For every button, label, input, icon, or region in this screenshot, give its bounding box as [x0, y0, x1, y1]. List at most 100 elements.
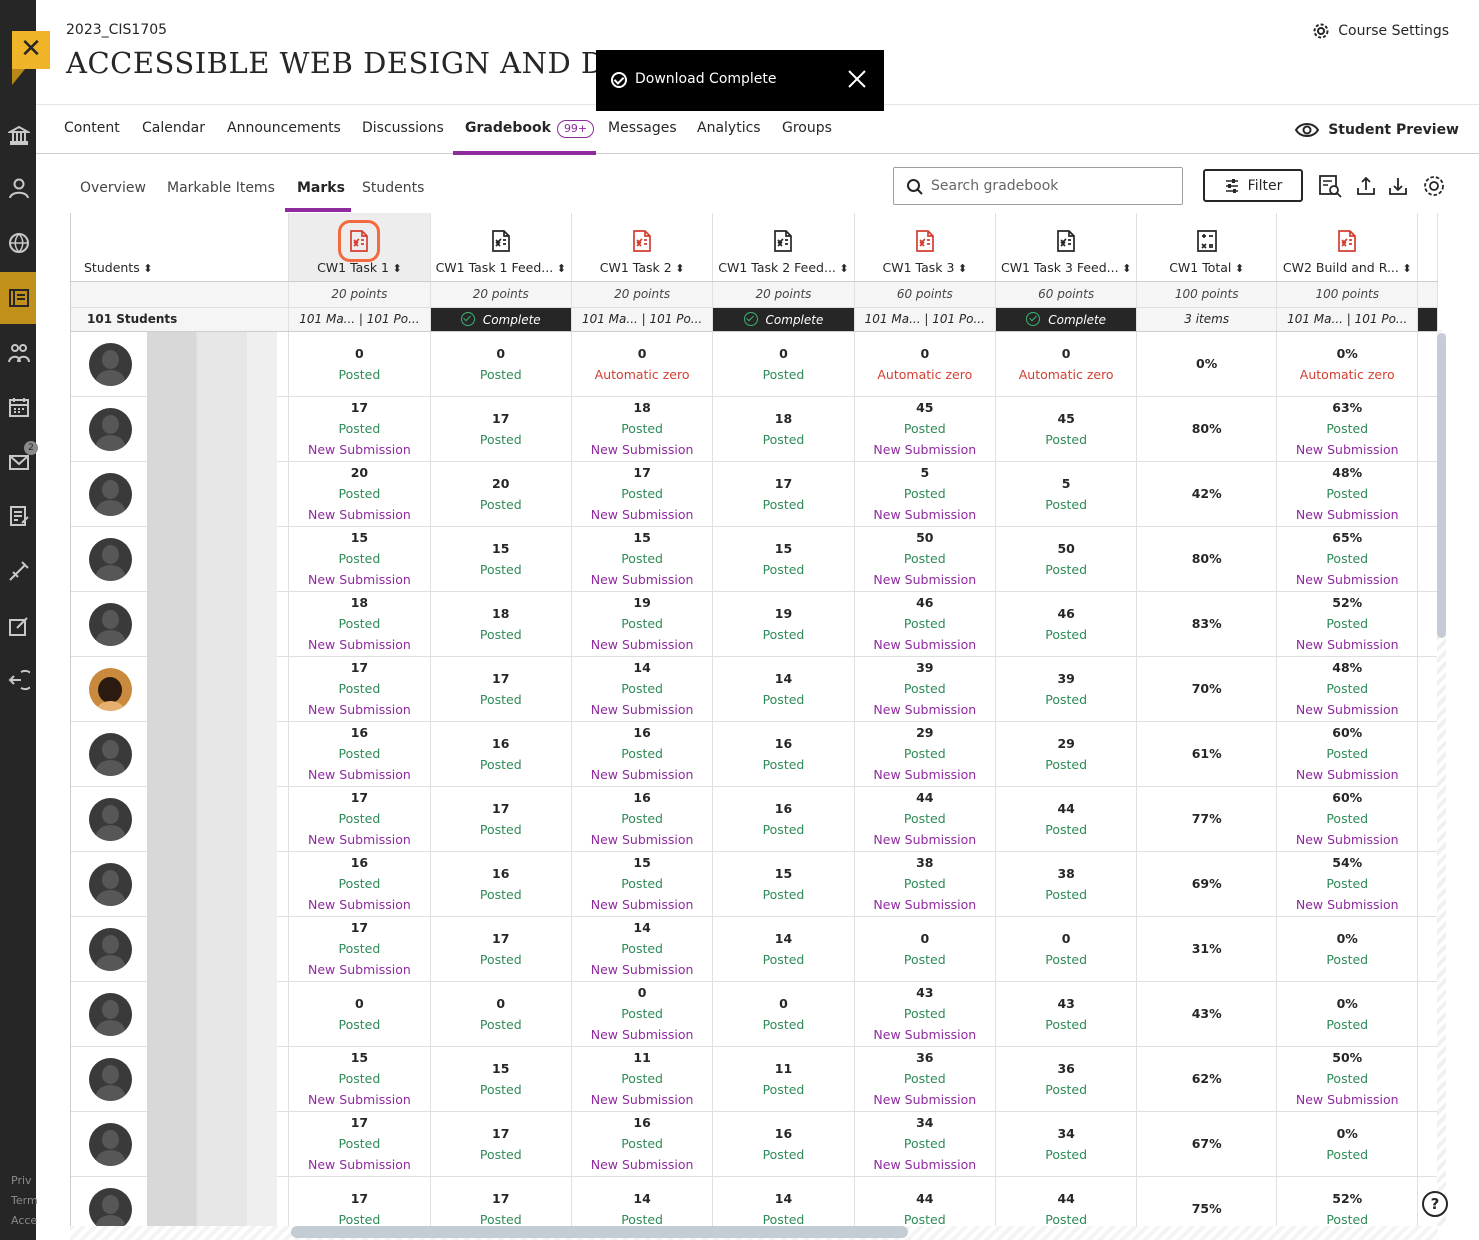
new-submission-link[interactable]: New Submission — [289, 439, 429, 460]
calendar-icon[interactable] — [8, 396, 30, 418]
groups-icon[interactable] — [8, 342, 30, 364]
new-submission-link[interactable]: New Submission — [289, 699, 429, 720]
grade-cell[interactable]: 0 Posted — [430, 981, 572, 1047]
tab-content[interactable]: Content — [64, 120, 120, 136]
grade-cell[interactable]: 44 Posted — [995, 786, 1138, 852]
grade-cell[interactable]: 15 Posted New Submission — [288, 1046, 431, 1112]
new-submission-link[interactable]: New Submission — [289, 829, 429, 850]
new-submission-link[interactable]: New Submission — [289, 894, 429, 915]
grade-cell[interactable]: 50% Posted New Submission — [1276, 1046, 1419, 1112]
new-submission-link[interactable]: New Submission — [289, 959, 429, 980]
summary-cell[interactable]: 101 Ma... | 101 Po... — [1276, 307, 1419, 332]
grade-cell[interactable]: 18 Posted New Submission — [288, 591, 431, 657]
grade-cell[interactable]: 0% Posted — [1276, 981, 1419, 1047]
grade-cell[interactable]: 17 Posted — [430, 916, 572, 982]
edit-icon[interactable] — [8, 615, 30, 637]
grade-cell[interactable]: 0 Automatic zero — [854, 331, 997, 397]
grade-cell[interactable]: 15 Posted New Submission — [571, 526, 714, 592]
grade-cell[interactable]: 31% — [1136, 916, 1278, 982]
grade-cell[interactable]: 63% Posted New Submission — [1276, 396, 1419, 462]
grade-cell[interactable]: 0 Automatic zero — [995, 331, 1138, 397]
column-header[interactable]: CW1 Task 3 Feed... ⬍ — [995, 213, 1138, 282]
new-submission-link[interactable]: New Submission — [855, 1089, 995, 1110]
sort-icon[interactable]: ⬍ — [836, 262, 848, 275]
student-cell[interactable] — [71, 851, 290, 917]
horizontal-scrollbar[interactable] — [291, 1226, 908, 1238]
profile-icon[interactable] — [8, 177, 30, 199]
new-submission-link[interactable]: New Submission — [1277, 829, 1417, 850]
tab-groups[interactable]: Groups — [782, 120, 832, 136]
new-submission-link[interactable]: New Submission — [855, 504, 995, 525]
grade-cell[interactable]: 15 Posted New Submission — [571, 851, 714, 917]
grade-cell[interactable]: 19 Posted New Submission — [571, 591, 714, 657]
summary-cell[interactable]: 101 Ma... | 101 Po... — [854, 307, 997, 332]
grade-cell[interactable]: 44 Posted New Submission — [854, 786, 997, 852]
grade-cell[interactable]: 38 Posted New Submission — [854, 851, 997, 917]
student-cell[interactable] — [71, 786, 290, 852]
grade-cell[interactable]: 0 Posted — [288, 981, 431, 1047]
column-header[interactable]: CW1 Task 2 Feed... ⬍ — [712, 213, 855, 282]
grade-cell[interactable]: 15 Posted New Submission — [288, 526, 431, 592]
tab-calendar[interactable]: Calendar — [142, 120, 205, 136]
summary-cell[interactable]: Complete — [995, 307, 1138, 332]
sort-icon[interactable]: ⬍ — [553, 262, 566, 275]
grade-cell[interactable]: 16 Posted New Submission — [571, 1111, 714, 1177]
grade-cell[interactable]: 60% Posted New Submission — [1276, 786, 1419, 852]
grade-cell[interactable]: 39 Posted New Submission — [854, 656, 997, 722]
sign-out-icon[interactable] — [8, 669, 36, 691]
grade-cell[interactable]: 17 Posted New Submission — [288, 396, 431, 462]
privacy-link[interactable]: Priv — [11, 1174, 32, 1187]
new-submission-link[interactable]: New Submission — [572, 634, 712, 655]
grade-cell[interactable]: 17 Posted New Submission — [288, 916, 431, 982]
grade-cell[interactable]: 0 Posted — [712, 981, 855, 1047]
grade-cell[interactable]: 0 Posted — [854, 916, 997, 982]
grade-cell[interactable]: 17 Posted New Submission — [571, 461, 714, 527]
grade-cell[interactable]: 16 Posted New Submission — [571, 721, 714, 787]
grade-cell[interactable]: 15 Posted — [430, 526, 572, 592]
close-icon[interactable] — [846, 68, 868, 90]
grade-cell[interactable]: 20 Posted — [430, 461, 572, 527]
grade-cell[interactable]: 14 Posted — [712, 656, 855, 722]
grade-cell[interactable]: 69% — [1136, 851, 1278, 917]
column-header[interactable]: CW1 Task 2 ⬍ — [571, 213, 714, 282]
student-cell[interactable] — [71, 331, 290, 397]
close-course-button[interactable]: ✕ — [12, 31, 50, 69]
new-submission-link[interactable]: New Submission — [572, 1154, 712, 1175]
column-header[interactable]: CW1 Task 1 Feed... ⬍ — [430, 213, 572, 282]
new-submission-link[interactable]: New Submission — [855, 764, 995, 785]
grade-cell[interactable]: 45 Posted — [995, 396, 1138, 462]
gradebook-settings-icon[interactable] — [1422, 174, 1446, 198]
new-submission-link[interactable]: New Submission — [572, 764, 712, 785]
grade-cell[interactable]: 20 Posted New Submission — [288, 461, 431, 527]
new-submission-link[interactable]: New Submission — [572, 894, 712, 915]
student-cell[interactable] — [71, 1046, 290, 1112]
new-submission-link[interactable]: New Submission — [855, 634, 995, 655]
new-submission-link[interactable]: New Submission — [289, 764, 429, 785]
grade-cell[interactable]: 0 Posted — [995, 916, 1138, 982]
grade-cell[interactable]: 46 Posted New Submission — [854, 591, 997, 657]
grade-cell[interactable]: 80% — [1136, 526, 1278, 592]
new-submission-link[interactable]: New Submission — [289, 1089, 429, 1110]
grade-cell[interactable]: 19 Posted — [712, 591, 855, 657]
new-submission-link[interactable]: New Submission — [572, 439, 712, 460]
grade-cell[interactable]: 48% Posted New Submission — [1276, 461, 1419, 527]
grade-cell[interactable]: 0% Automatic zero — [1276, 331, 1419, 397]
course-settings-button[interactable]: Course Settings — [1312, 22, 1449, 40]
new-submission-link[interactable]: New Submission — [289, 1154, 429, 1175]
grade-cell[interactable]: 16 Posted New Submission — [288, 851, 431, 917]
new-submission-link[interactable]: New Submission — [572, 959, 712, 980]
new-submission-link[interactable]: New Submission — [1277, 634, 1417, 655]
grading-review-icon[interactable] — [1318, 174, 1342, 198]
column-header[interactable]: CW2 Build and R... ⬍ — [1276, 213, 1419, 282]
tab-discussions[interactable]: Discussions — [362, 120, 444, 136]
grade-cell[interactable]: 15 Posted — [712, 526, 855, 592]
grade-cell[interactable]: 17 Posted — [712, 461, 855, 527]
grade-cell[interactable]: 0 Posted New Submission — [571, 981, 714, 1047]
tools-icon[interactable] — [8, 560, 30, 582]
grade-cell[interactable]: 52% Posted New Submission — [1276, 591, 1419, 657]
grade-cell[interactable]: 0 Automatic zero — [571, 331, 714, 397]
grade-cell[interactable]: 16 Posted — [712, 786, 855, 852]
summary-cell[interactable]: Complete — [712, 307, 855, 332]
grade-cell[interactable]: 16 Posted — [430, 721, 572, 787]
institution-icon[interactable] — [6, 124, 32, 146]
